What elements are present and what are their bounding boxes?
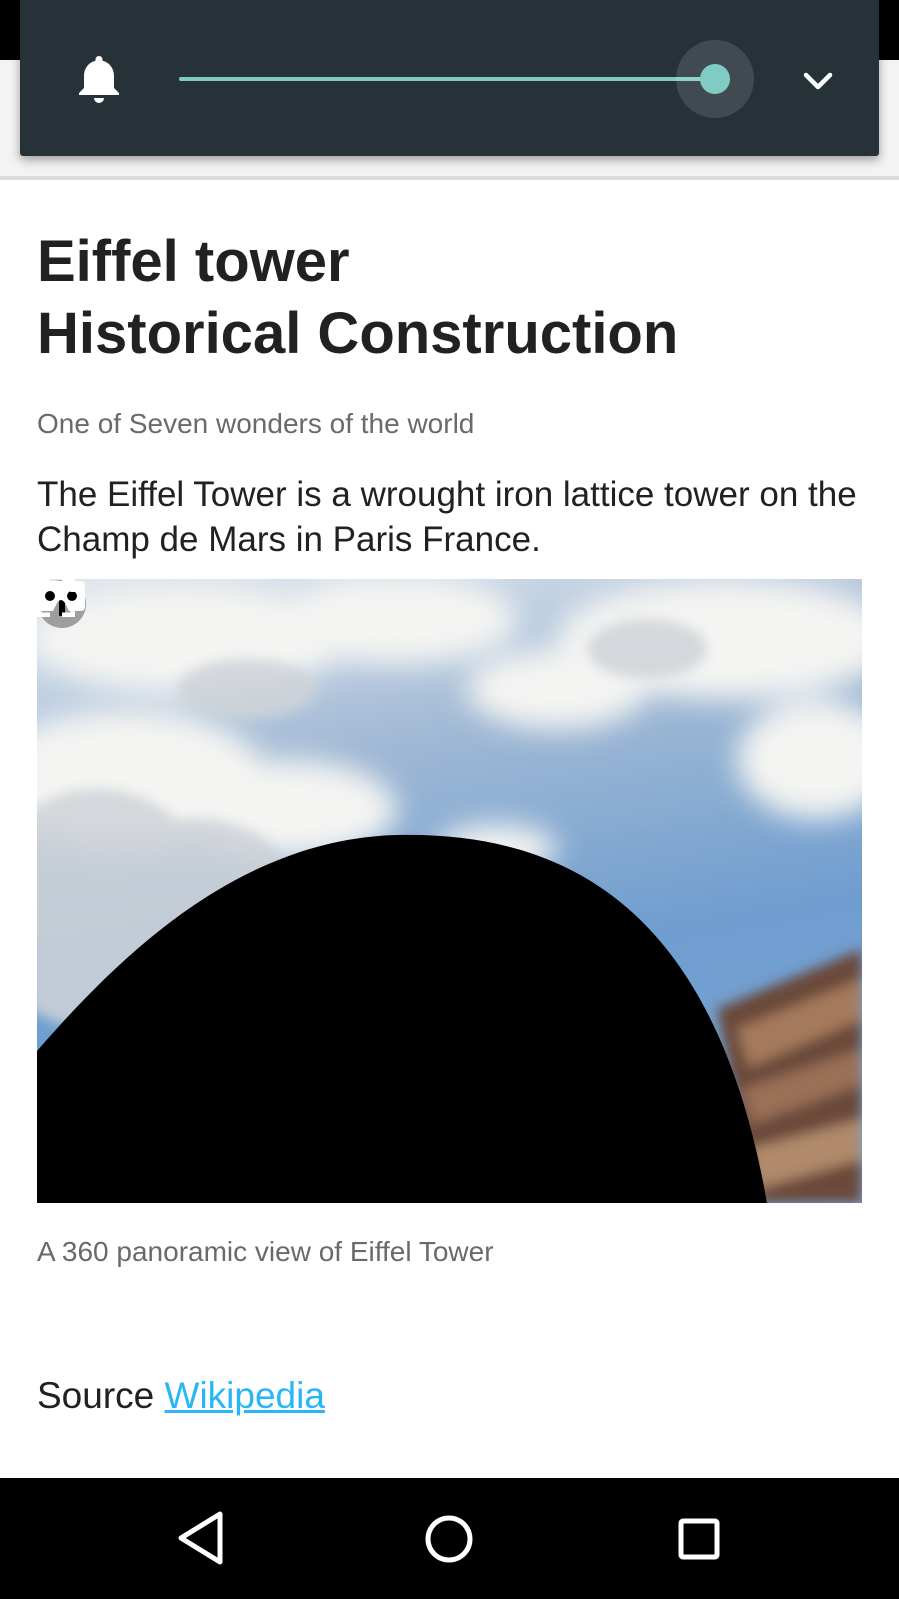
- volume-slider-thumb[interactable]: [700, 64, 730, 94]
- recents-square-icon[interactable]: [678, 1518, 720, 1560]
- panorama-viewer[interactable]: [37, 579, 862, 1203]
- fullscreen-icon[interactable]: [37, 579, 75, 617]
- title-line-2: Historical Construction: [37, 301, 679, 366]
- volume-panel: [20, 0, 879, 156]
- volume-slider-track[interactable]: [179, 77, 719, 81]
- article-subtitle: One of Seven wonders of the world: [37, 408, 475, 439]
- chevron-down-icon[interactable]: [798, 66, 838, 96]
- source-link[interactable]: Wikipedia: [165, 1375, 325, 1416]
- home-circle-icon[interactable]: [424, 1514, 474, 1564]
- source-line: Source Wikipedia: [37, 1374, 325, 1418]
- article: Eiffel tower Historical Construction One…: [37, 226, 862, 562]
- source-label: Source: [37, 1375, 155, 1416]
- article-body: The Eiffel Tower is a wrought iron latti…: [37, 475, 857, 559]
- title-line-1: Eiffel tower: [37, 229, 350, 294]
- bell-icon[interactable]: [76, 52, 122, 104]
- back-triangle-icon[interactable]: [176, 1510, 226, 1566]
- panorama-image: [37, 579, 862, 1203]
- page-title: Eiffel tower Historical Construction: [37, 226, 862, 370]
- panorama-caption: A 360 panoramic view of Eiffel Tower: [37, 1236, 494, 1267]
